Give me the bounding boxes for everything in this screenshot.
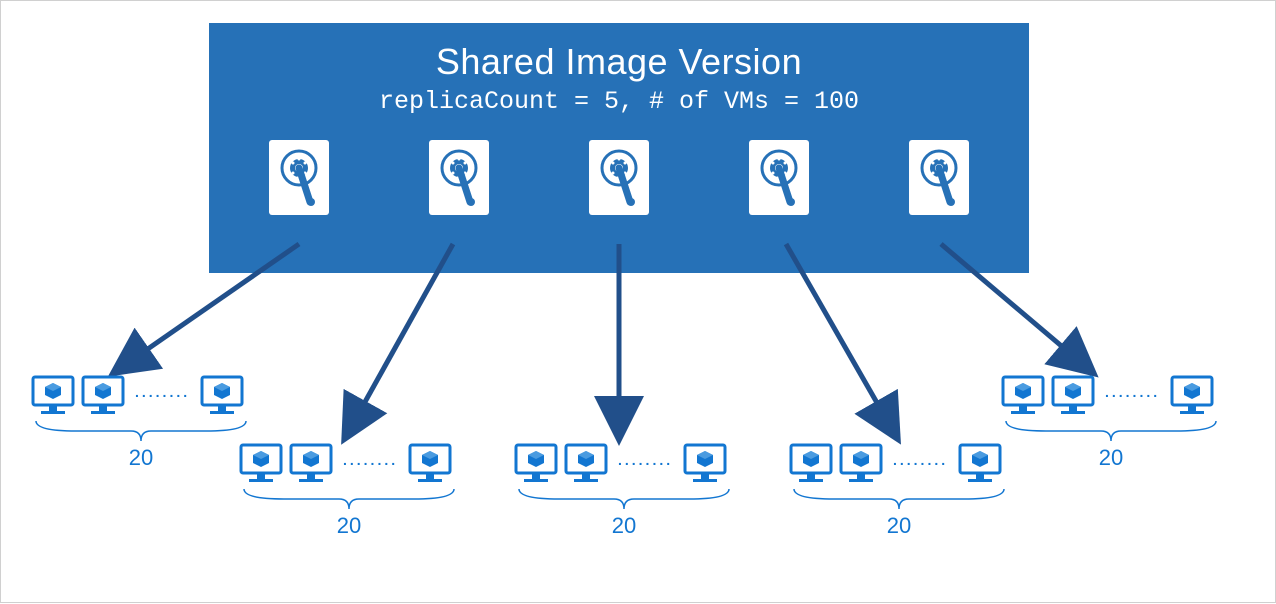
vm-group: ........ 20 xyxy=(789,441,1009,539)
group-count: 20 xyxy=(789,513,1009,539)
vm-row: ........ xyxy=(31,373,251,417)
vm-icon xyxy=(239,441,283,485)
panel-subtitle: replicaCount = 5, # of VMs = 100 xyxy=(209,87,1029,116)
group-count: 20 xyxy=(1001,445,1221,471)
vm-icon xyxy=(958,441,1002,485)
ellipsis: ........ xyxy=(131,384,194,400)
vm-icon xyxy=(200,373,244,417)
ellipsis: ........ xyxy=(339,452,402,468)
vm-row: ........ xyxy=(514,441,734,485)
vm-icon xyxy=(564,441,608,485)
ellipsis: ........ xyxy=(889,452,952,468)
vm-icon xyxy=(1170,373,1214,417)
disk-icon xyxy=(589,140,649,215)
vm-icon xyxy=(408,441,452,485)
vm-group: ........ 20 xyxy=(1001,373,1221,471)
group-count: 20 xyxy=(514,513,734,539)
image-version-panel: Shared Image Version replicaCount = 5, #… xyxy=(209,23,1029,273)
brace-icon xyxy=(239,489,459,511)
vm-icon xyxy=(1051,373,1095,417)
vm-row: ........ xyxy=(239,441,459,485)
vm-group: ........ 20 xyxy=(514,441,734,539)
vm-icon xyxy=(789,441,833,485)
vm-icon xyxy=(31,373,75,417)
group-count: 20 xyxy=(239,513,459,539)
vm-icon xyxy=(839,441,883,485)
disk-icon xyxy=(269,140,329,215)
disk-icon xyxy=(429,140,489,215)
vm-icon xyxy=(683,441,727,485)
vm-group: ........ 20 xyxy=(239,441,459,539)
ellipsis: ........ xyxy=(1101,384,1164,400)
group-count: 20 xyxy=(31,445,251,471)
disk-icon xyxy=(909,140,969,215)
brace-icon xyxy=(789,489,1009,511)
vm-icon xyxy=(1001,373,1045,417)
replica-disk-row xyxy=(209,140,1029,215)
vm-icon xyxy=(81,373,125,417)
disk-icon xyxy=(749,140,809,215)
ellipsis: ........ xyxy=(614,452,677,468)
brace-icon xyxy=(31,421,251,443)
vm-icon xyxy=(514,441,558,485)
vm-icon xyxy=(289,441,333,485)
vm-row: ........ xyxy=(789,441,1009,485)
brace-icon xyxy=(514,489,734,511)
vm-row: ........ xyxy=(1001,373,1221,417)
brace-icon xyxy=(1001,421,1221,443)
vm-group: ........ 20 xyxy=(31,373,251,471)
panel-title: Shared Image Version xyxy=(209,41,1029,83)
